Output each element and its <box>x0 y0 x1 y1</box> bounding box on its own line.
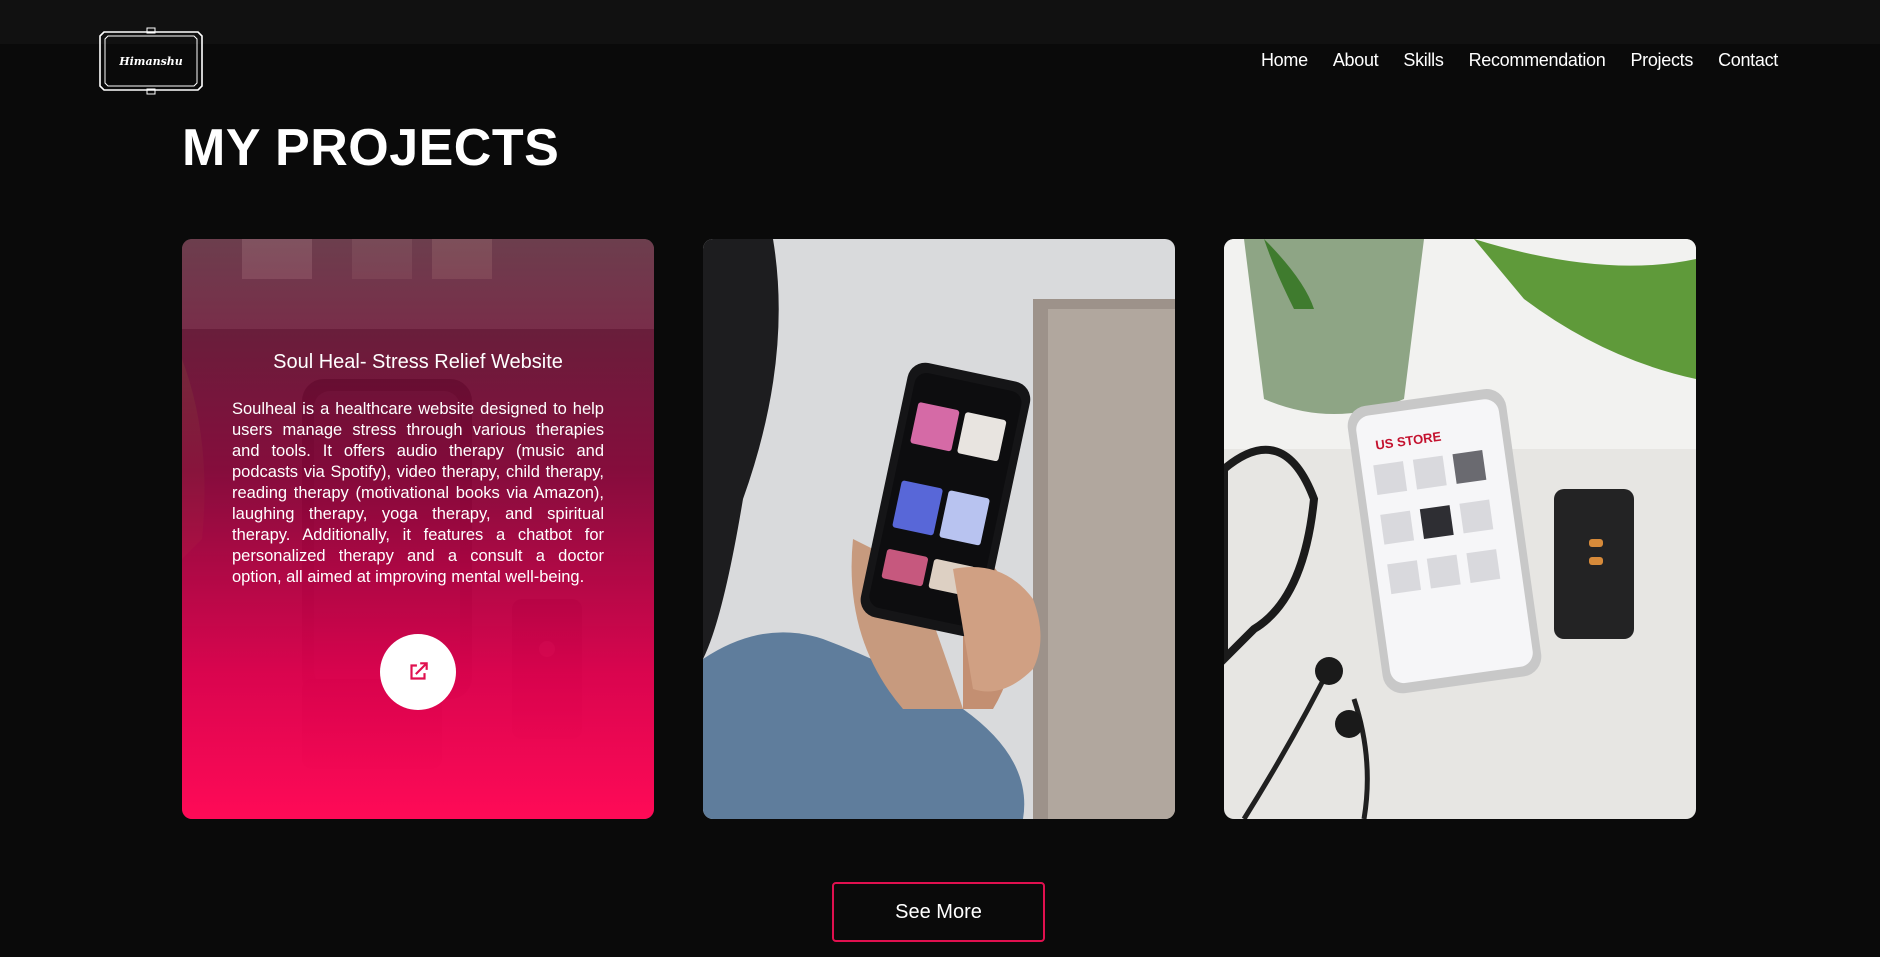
us-store-phone-photo: US STORE <box>1224 239 1696 819</box>
nav-projects[interactable]: Projects <box>1630 50 1693 71</box>
nav-skills[interactable]: Skills <box>1403 50 1444 71</box>
nav-about[interactable]: About <box>1333 50 1379 71</box>
project-card-us-store[interactable]: US STORE <box>1224 239 1696 819</box>
nav-home[interactable]: Home <box>1261 50 1308 71</box>
project-description: Soulheal is a healthcare website designe… <box>232 400 604 586</box>
see-more-button[interactable]: See More <box>832 882 1045 942</box>
logo[interactable]: Himanshu <box>96 26 206 96</box>
header-band <box>0 0 1880 44</box>
nav-recommendation[interactable]: Recommendation <box>1469 50 1606 71</box>
project-link-button[interactable] <box>380 634 456 710</box>
main-nav: Home About Skills Recommendation Project… <box>1261 50 1778 71</box>
nav-contact[interactable]: Contact <box>1718 50 1778 71</box>
project-title: Soul Heal- Stress Relief Website <box>273 351 563 373</box>
project-card-music-app[interactable] <box>703 239 1175 819</box>
project-card-soulheal[interactable]: Soul Heal- Stress Relief Website Soulhea… <box>182 239 654 819</box>
page-title: MY PROJECTS <box>182 119 560 177</box>
logo-text: Himanshu <box>119 54 183 68</box>
music-app-phone-photo <box>703 239 1175 819</box>
external-link-icon <box>410 662 428 680</box>
